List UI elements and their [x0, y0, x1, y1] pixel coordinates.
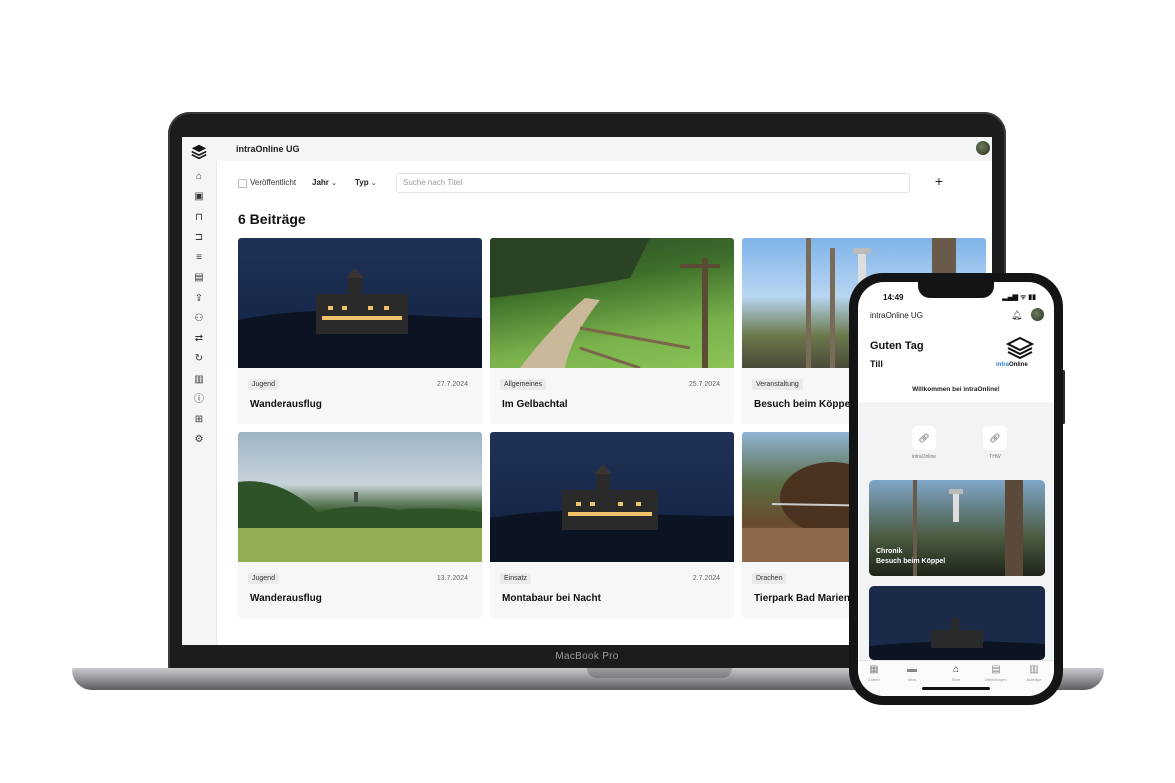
welcome-text: Willkommen bei intraOnline!	[912, 386, 1000, 393]
page-title: 6 Beiträge	[238, 211, 306, 227]
content-area: 🔗︎ intraOnline 🔗︎ THW Chronik Besuch bei…	[858, 402, 1054, 660]
home-icon[interactable]: ⌂	[192, 170, 206, 184]
year-dropdown[interactable]: Jahr ⌄	[312, 178, 337, 187]
featured-post-card[interactable]: Chronik Besuch beim Köppel	[869, 480, 1045, 576]
chevron-down-icon: ⌄	[370, 180, 377, 187]
org-name: intraOnline UG	[870, 311, 923, 320]
sidebar: ⌂ ▣ ⊓ ⊐ ≡ ▤ ⇪ ⚇ ⇄ ↻ ▥ ⓘ ⊞ ⚙	[182, 137, 217, 645]
chat-icon[interactable]: ▬	[904, 664, 920, 675]
post-image	[490, 238, 734, 368]
user-name: Till	[870, 359, 883, 369]
greeting: Guten Tag	[870, 340, 924, 352]
status-time: 14:49	[883, 293, 904, 302]
info-icon[interactable]: ⓘ	[192, 393, 206, 407]
post-date: 25.7.2024	[688, 381, 720, 388]
link-icon[interactable]: 🔗︎	[912, 426, 936, 450]
post-card[interactable]	[869, 586, 1045, 660]
post-card[interactable]: Allgemeines 25.7.2024 Im Gelbachtal	[490, 238, 734, 424]
tab-label: Start	[951, 677, 961, 682]
tab-label: Infos	[907, 677, 917, 682]
post-tag: Einsatz	[500, 573, 531, 584]
search-input[interactable]: Suche nach Titel	[396, 173, 910, 193]
post-title: Besuch beim Köppel	[754, 399, 853, 410]
post-tag: Drachen	[752, 573, 787, 584]
home-indicator	[922, 687, 990, 690]
tab-label: Aufträge	[1026, 677, 1042, 682]
post-tag: Allgemeines	[500, 379, 547, 390]
home-icon[interactable]: ⌂	[948, 664, 964, 675]
avatar[interactable]	[1031, 308, 1044, 321]
filter-bar: Veröffentlicht Jahr ⌄ Typ ⌄ Suche nach T…	[238, 173, 948, 193]
post-title: Wanderausflug	[250, 399, 322, 410]
status-icons: ▂▄▆ ᯤ ▮▮	[1002, 294, 1036, 301]
sort-icon[interactable]: ⇄	[192, 332, 206, 346]
phone-notch	[918, 282, 994, 298]
type-dropdown-label: Typ	[355, 178, 369, 187]
gallery-icon[interactable]: ▦	[866, 664, 882, 675]
calendar-icon[interactable]: ▥	[1026, 664, 1042, 675]
users-icon[interactable]: ⚇	[192, 312, 206, 326]
post-title: Montabaur bei Nacht	[502, 593, 601, 604]
post-image	[238, 432, 482, 562]
post-title: Wanderausflug	[250, 593, 322, 604]
laptop-hinge-notch	[587, 668, 732, 678]
link-icon[interactable]: 🔗︎	[983, 426, 1007, 450]
book-open-icon[interactable]: ⊞	[192, 413, 206, 427]
tab-label: Mitteilungen	[985, 677, 1007, 682]
post-tag: Veranstaltung	[752, 379, 803, 390]
post-card[interactable]: Jugend 27.7.2024 Wanderausflug	[238, 238, 482, 424]
folder-icon[interactable]: ⊐	[192, 231, 206, 245]
year-dropdown-label: Jahr	[312, 178, 329, 187]
type-dropdown[interactable]: Typ ⌄	[355, 178, 377, 187]
logo-text-intra: intra	[996, 362, 1010, 368]
chevron-down-icon: ⌄	[331, 180, 338, 187]
post-tag: Jugend	[248, 379, 279, 390]
image-icon[interactable]: ▣	[192, 190, 206, 204]
logo-text-online: Online	[1009, 362, 1028, 368]
post-card[interactable]: Einsatz 2.7.2024 Montabaur bei Nacht	[490, 432, 734, 618]
post-title: Im Gelbachtal	[502, 399, 568, 410]
post-image	[238, 238, 482, 368]
messages-icon[interactable]: ▤	[988, 664, 1004, 675]
app-logo-icon	[1005, 336, 1035, 360]
book-icon[interactable]: ⊓	[192, 211, 206, 225]
post-image	[869, 586, 1045, 660]
tab-label: Galerie	[867, 677, 881, 682]
settings-icon[interactable]: ⚙	[192, 433, 206, 447]
post-image	[490, 432, 734, 562]
refresh-icon[interactable]: ↻	[192, 352, 206, 366]
add-post-button[interactable]: +	[930, 173, 948, 191]
search-placeholder: Suche nach Titel	[403, 178, 463, 187]
post-date: 13.7.2024	[436, 575, 468, 582]
post-card[interactable]: Jugend 13.7.2024 Wanderausflug	[238, 432, 482, 618]
document-icon[interactable]: ▥	[192, 373, 206, 387]
list-icon[interactable]: ≡	[192, 251, 206, 265]
upload-icon[interactable]: ⇪	[192, 292, 206, 306]
logo-wordmark: intraOnline	[996, 362, 1028, 368]
avatar[interactable]	[976, 141, 990, 155]
post-date: 27.7.2024	[436, 381, 468, 388]
table-icon[interactable]: ▤	[192, 271, 206, 285]
bell-icon[interactable]: 🔔︎	[1011, 310, 1022, 321]
org-name: intraOnline UG	[236, 144, 300, 154]
link-label: THW	[989, 454, 1001, 460]
post-date: 2.7.2024	[692, 575, 720, 582]
top-bar: intraOnline UG	[216, 137, 992, 161]
phone-screen: 14:49 ▂▄▆ ᯤ ▮▮ intraOnline UG 🔔︎ Guten T…	[858, 282, 1054, 696]
published-label: Veröffentlicht	[250, 178, 297, 187]
phone-frame: 14:49 ▂▄▆ ᯤ ▮▮ intraOnline UG 🔔︎ Guten T…	[849, 273, 1063, 705]
post-tag: Jugend	[248, 573, 279, 584]
featured-title: Besuch beim Köppel	[876, 558, 946, 565]
app-logo-icon[interactable]	[190, 143, 208, 161]
post-title: Tierpark Bad Marien	[754, 593, 850, 604]
tab-bar: ▦ Galerie ▬ Infos ⌂ Start ▤ Mitteilungen…	[858, 660, 1054, 696]
link-label: intraOnline	[911, 454, 937, 460]
published-checkbox[interactable]	[238, 179, 247, 188]
featured-category: Chronik	[876, 548, 903, 555]
